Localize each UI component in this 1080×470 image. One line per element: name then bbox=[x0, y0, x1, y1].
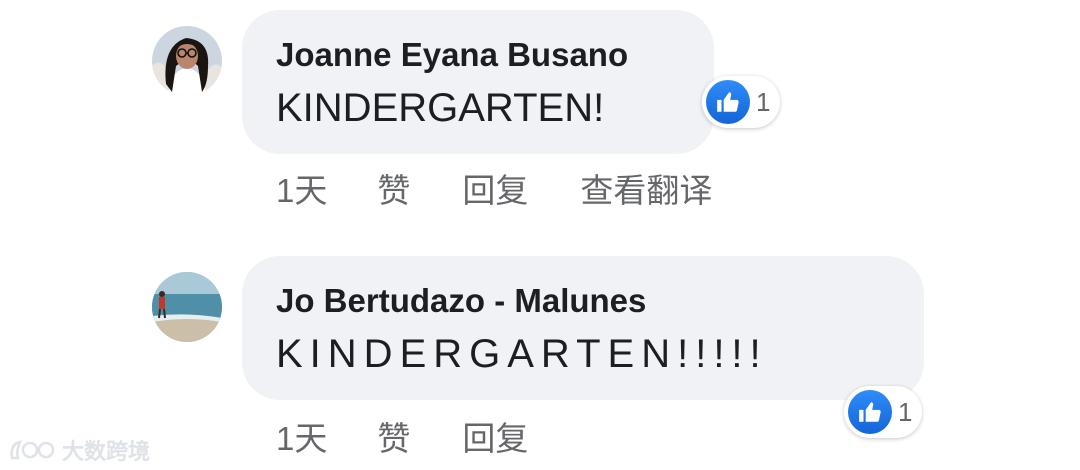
comment-bubble: Joanne Eyana Busano KINDERGARTEN! bbox=[242, 10, 714, 154]
avatar[interactable] bbox=[152, 26, 222, 96]
reply-link[interactable]: 回复 bbox=[462, 412, 528, 460]
comment-actions: 1天 赞 回复 查看翻译 bbox=[276, 164, 764, 212]
comment-timestamp[interactable]: 1天 bbox=[276, 164, 327, 212]
reaction-badge[interactable]: 1 bbox=[702, 76, 781, 128]
reaction-badge[interactable]: 1 bbox=[844, 386, 923, 438]
like-thumbs-up-icon bbox=[848, 390, 892, 434]
watermark: 大数跨境 bbox=[8, 434, 150, 466]
comment-author[interactable]: Jo Bertudazo - Malunes bbox=[276, 282, 646, 320]
comment-actions: 1天 赞 回复 bbox=[276, 412, 580, 460]
avatar-photo bbox=[152, 272, 222, 342]
comment-bubble: Jo Bertudazo - Malunes KINDERGARTEN!!!!! bbox=[242, 256, 924, 400]
like-link[interactable]: 赞 bbox=[377, 412, 410, 460]
avatar-photo bbox=[152, 26, 222, 96]
comment-text: KINDERGARTEN!!!!! bbox=[276, 332, 768, 376]
comment-timestamp[interactable]: 1天 bbox=[276, 412, 327, 460]
like-link[interactable]: 赞 bbox=[377, 164, 410, 212]
comment-text: KINDERGARTEN! bbox=[276, 86, 605, 130]
like-thumbs-up-icon bbox=[706, 80, 750, 124]
reaction-count: 1 bbox=[898, 396, 913, 427]
avatar[interactable] bbox=[152, 272, 222, 342]
reply-link[interactable]: 回复 bbox=[462, 164, 528, 212]
comment-author[interactable]: Joanne Eyana Busano bbox=[276, 36, 628, 74]
reaction-count: 1 bbox=[756, 86, 771, 117]
see-translation-link[interactable]: 查看翻译 bbox=[580, 164, 712, 212]
watermark-text: 大数跨境 bbox=[62, 439, 151, 464]
watermark-logo-icon bbox=[10, 440, 55, 460]
